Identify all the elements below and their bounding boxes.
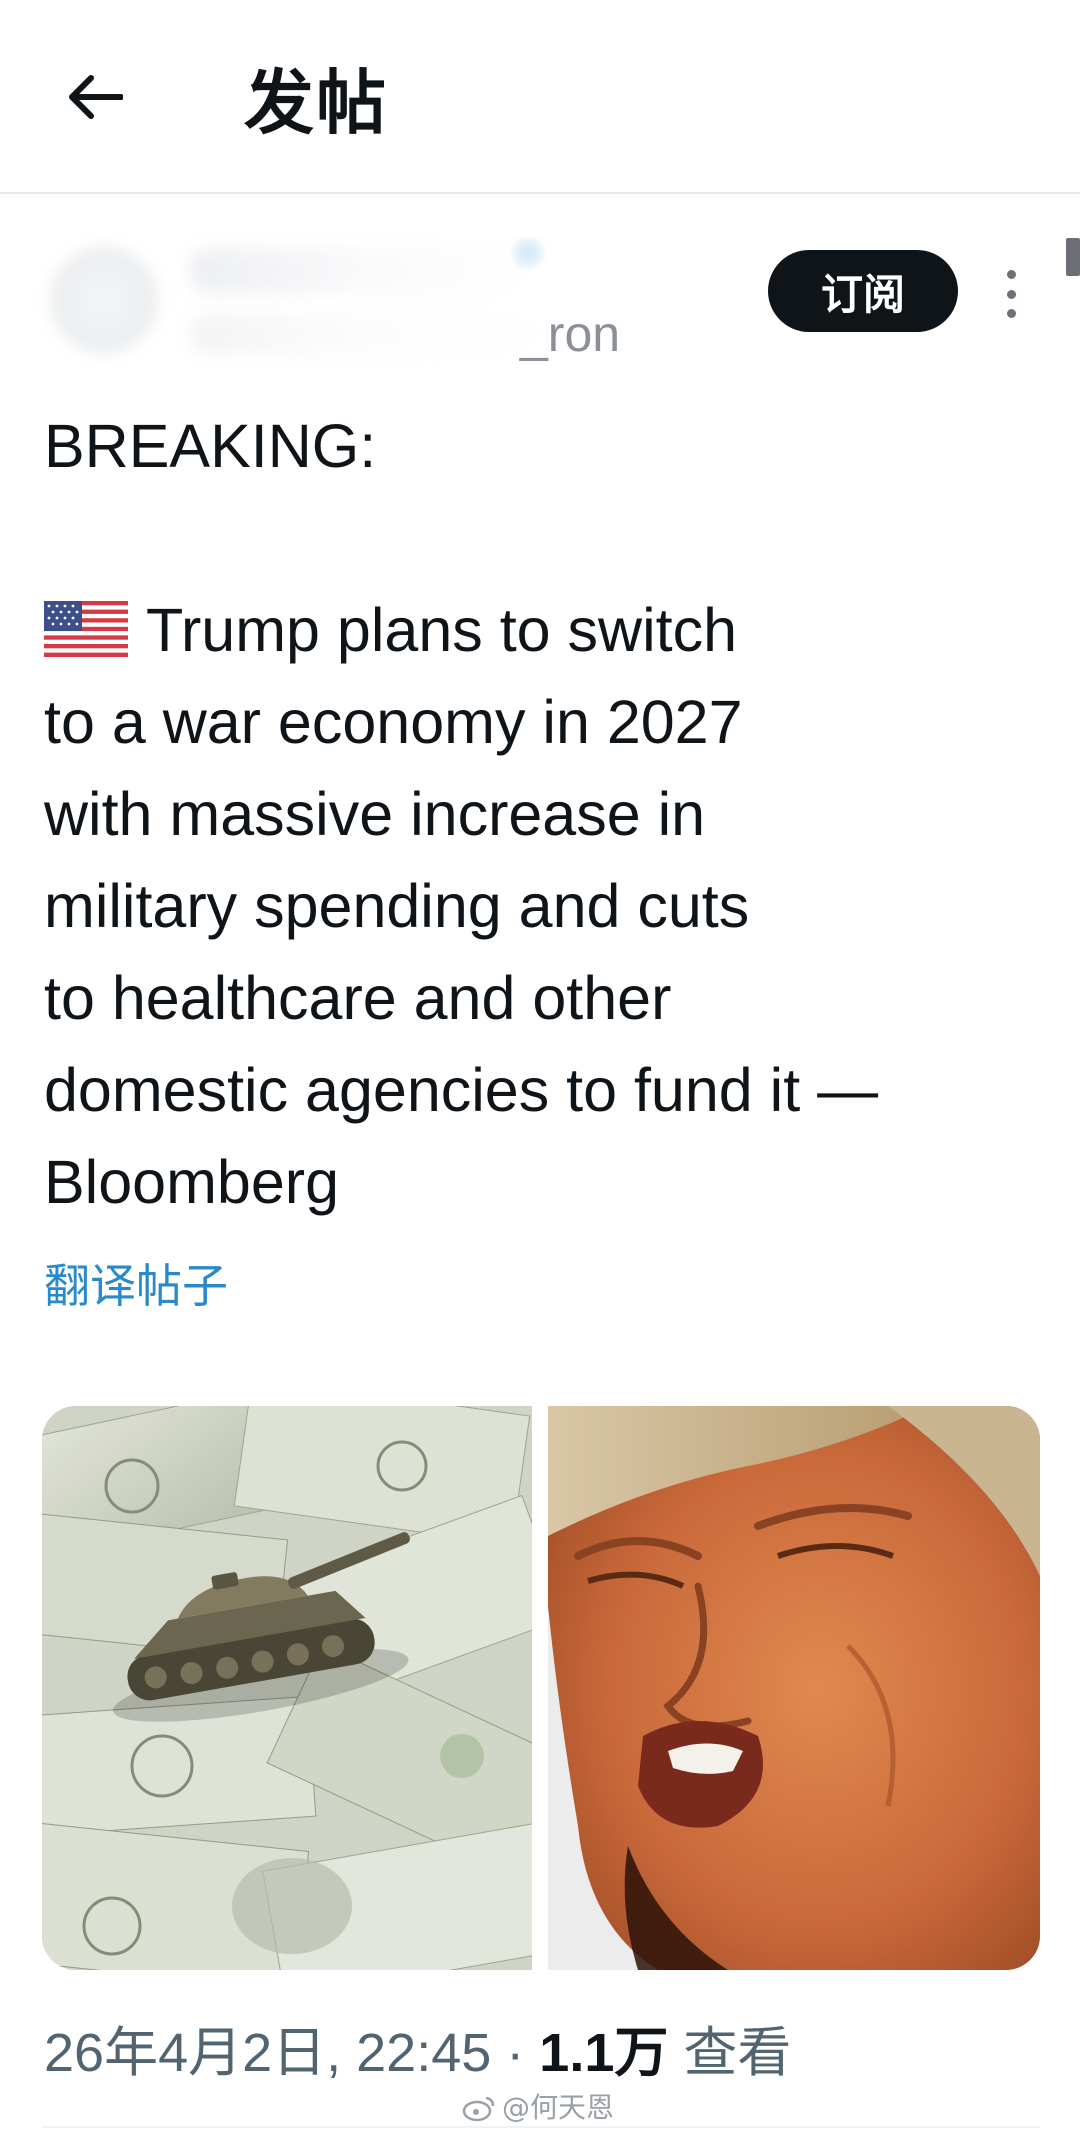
- author-handle-blurred: [190, 314, 550, 354]
- subscribe-button[interactable]: 订阅: [768, 250, 958, 332]
- portrait-image: [548, 1406, 1040, 1970]
- author-handle-suffix: _ron: [520, 306, 621, 362]
- post-timestamp[interactable]: 26年4月2日, 22:45: [44, 2023, 491, 2083]
- translate-post-link[interactable]: 翻译帖子: [44, 1256, 228, 1316]
- post-detail-page: 发帖 _ron 订阅 BREAKING: Trump plans to swit…: [0, 0, 1080, 2136]
- us-flag-icon: [44, 601, 128, 657]
- post-text: BREAKING: Trump plans to switch to a war…: [44, 400, 1054, 1228]
- meta-separator: ·: [491, 2023, 540, 2083]
- media-image-tank-money[interactable]: [42, 1406, 532, 1970]
- arrow-left-icon: [69, 75, 123, 119]
- post-line: domestic agencies to fund it —: [44, 1056, 879, 1124]
- watermark-text: @何天恩: [502, 2091, 615, 2124]
- post-line: Trump plans to switch: [44, 584, 1054, 676]
- author-row: _ron 订阅: [0, 220, 1080, 380]
- post-media-grid: [42, 1406, 1040, 1970]
- weibo-icon: [462, 2096, 495, 2122]
- tank-on-money-image: [42, 1406, 532, 1970]
- verified-badge-icon: [508, 238, 548, 268]
- more-vertical-icon: [1006, 270, 1016, 279]
- post-meta: 26年4月2日, 22:45 · 1.1万 查看: [44, 2018, 791, 2088]
- more-options-button[interactable]: [996, 264, 1026, 324]
- post-line: to a war economy in 2027: [44, 688, 743, 756]
- divider: [42, 2126, 1040, 2128]
- view-count: 1.1万: [539, 2023, 669, 2083]
- page-title: 发帖: [244, 62, 388, 144]
- author-name-blurred[interactable]: [190, 248, 530, 294]
- post-line: Bloomberg: [44, 1148, 339, 1216]
- view-label: 查看: [668, 2023, 792, 2083]
- watermark: @何天恩: [462, 2090, 614, 2126]
- post-line: military spending and cuts: [44, 872, 750, 940]
- post-line: with massive increase in: [44, 780, 706, 848]
- back-button[interactable]: [58, 60, 132, 134]
- post-heading: BREAKING:: [44, 412, 377, 480]
- avatar[interactable]: [44, 240, 164, 360]
- media-image-portrait[interactable]: [548, 1406, 1040, 1970]
- post-line: to healthcare and other: [44, 964, 672, 1032]
- top-app-bar: 发帖: [0, 0, 1080, 194]
